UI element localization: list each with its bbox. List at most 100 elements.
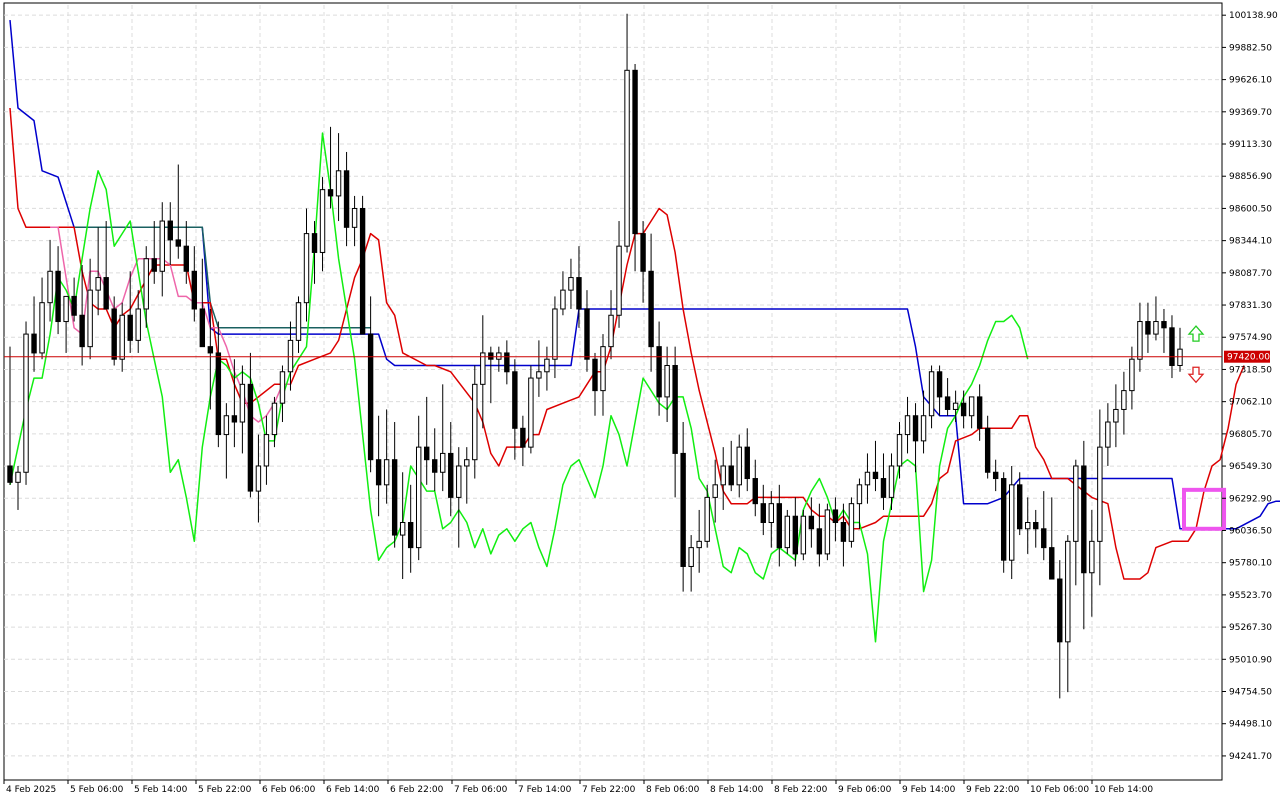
candle-body: [303, 233, 310, 304]
candle-body: [760, 503, 766, 524]
candle-body: [872, 471, 879, 480]
candle-body: [175, 239, 181, 247]
candle-body: [496, 352, 502, 360]
y-tick-label: 100138.90: [1229, 11, 1278, 21]
candle-body: [23, 333, 29, 473]
candle-body: [960, 402, 967, 417]
candle-body: [832, 509, 839, 524]
candle-body: [279, 371, 286, 404]
candle-body: [528, 377, 534, 448]
candle-body: [1017, 484, 1023, 530]
candle-body: [488, 352, 494, 360]
candle-body: [944, 396, 951, 410]
candle-body: [432, 459, 438, 473]
candle-body: [327, 189, 334, 197]
candle-body: [464, 459, 470, 467]
candle-body: [688, 547, 694, 567]
candle-body: [768, 503, 774, 524]
candle-body: [167, 220, 173, 241]
x-tick-label: 10 Feb 14:00: [1094, 785, 1153, 795]
candle-body: [808, 515, 815, 530]
candle-body: [720, 465, 726, 486]
candle-body: [63, 295, 69, 323]
candle-body: [231, 415, 238, 423]
candle-body: [1073, 465, 1079, 542]
candle-body: [536, 371, 542, 379]
y-tick-label: 96549.30: [1229, 462, 1272, 472]
candle-body: [111, 308, 117, 360]
candle-body: [704, 496, 710, 542]
candle-body: [383, 459, 390, 486]
candle-body: [39, 302, 45, 354]
candle-body: [568, 277, 574, 291]
candle-body: [1081, 465, 1087, 574]
candle-body: [207, 346, 214, 354]
candle-body: [1008, 484, 1015, 561]
x-tick-label: 8 Feb 06:00: [646, 785, 700, 795]
candle-body: [440, 452, 446, 473]
candle-body: [648, 270, 654, 348]
candle-body: [424, 446, 430, 461]
chart-canvas[interactable]: 100138.90 99882.50 99626.10 99369.70 99113.3…: [0, 0, 1280, 800]
candle-body: [584, 308, 590, 360]
candle-body: [1057, 578, 1063, 643]
candle-body: [520, 427, 526, 448]
candle-body: [608, 314, 614, 348]
candle-body: [391, 459, 398, 536]
candle-body: [664, 364, 670, 398]
candle-body: [752, 478, 758, 505]
candle-body: [504, 352, 510, 373]
candle-body: [399, 522, 406, 536]
candle-body: [159, 220, 165, 272]
candle-body: [800, 515, 807, 555]
candle-body: [55, 270, 61, 323]
price-chart[interactable]: 100138.90 99882.50 99626.10 99369.70 99113.3…: [0, 0, 1280, 800]
candle-body: [896, 434, 903, 467]
candle-body: [151, 258, 157, 272]
candles: [7, 13, 1183, 699]
candle-body: [632, 69, 638, 235]
candle-body: [824, 509, 831, 555]
x-tick-label: 6 Feb 22:00: [390, 785, 444, 795]
y-tick-label: 95010.90: [1229, 655, 1272, 665]
candle-body: [552, 308, 558, 360]
candle-body: [15, 471, 21, 483]
candle-body: [1049, 547, 1055, 580]
x-tick-label: 4 Feb 2025: [6, 785, 56, 795]
candle-body: [255, 465, 262, 492]
candle-body: [912, 415, 919, 442]
y-tick-label: 94241.70: [1229, 752, 1272, 762]
candle-body: [1153, 321, 1159, 335]
candle-body: [592, 358, 598, 392]
candle-body: [127, 314, 133, 341]
x-tick-label: 10 Feb 06:00: [1030, 785, 1089, 795]
candle-body: [71, 295, 77, 316]
candle-body: [920, 415, 927, 442]
candle-body: [367, 333, 374, 461]
candle-body: [984, 427, 991, 473]
x-tick-label: 9 Feb 22:00: [966, 785, 1020, 795]
candle-body: [1065, 540, 1071, 643]
candle-body: [680, 452, 686, 567]
sell-arrow-icon: [1187, 366, 1205, 384]
candle-body: [1177, 348, 1183, 366]
candle-body: [952, 402, 959, 410]
candle-body: [1169, 327, 1175, 366]
candle-body: [992, 471, 999, 480]
candle-body: [736, 446, 742, 486]
candle-body: [343, 170, 350, 228]
candle-body: [143, 258, 149, 310]
candle-body: [888, 465, 895, 498]
candle-body: [7, 465, 13, 483]
candle-body: [712, 484, 718, 498]
y-tick-label: 99113.30: [1229, 140, 1272, 150]
y-tick-label: 94754.50: [1229, 688, 1272, 698]
candle-body: [247, 383, 254, 492]
candle-body: [415, 446, 422, 549]
candle-body: [335, 170, 342, 197]
candle-body: [311, 233, 318, 253]
y-tick-label: 95523.70: [1229, 591, 1272, 601]
candle-body: [271, 402, 278, 436]
candle-body: [848, 503, 855, 542]
candle-body: [560, 289, 566, 310]
